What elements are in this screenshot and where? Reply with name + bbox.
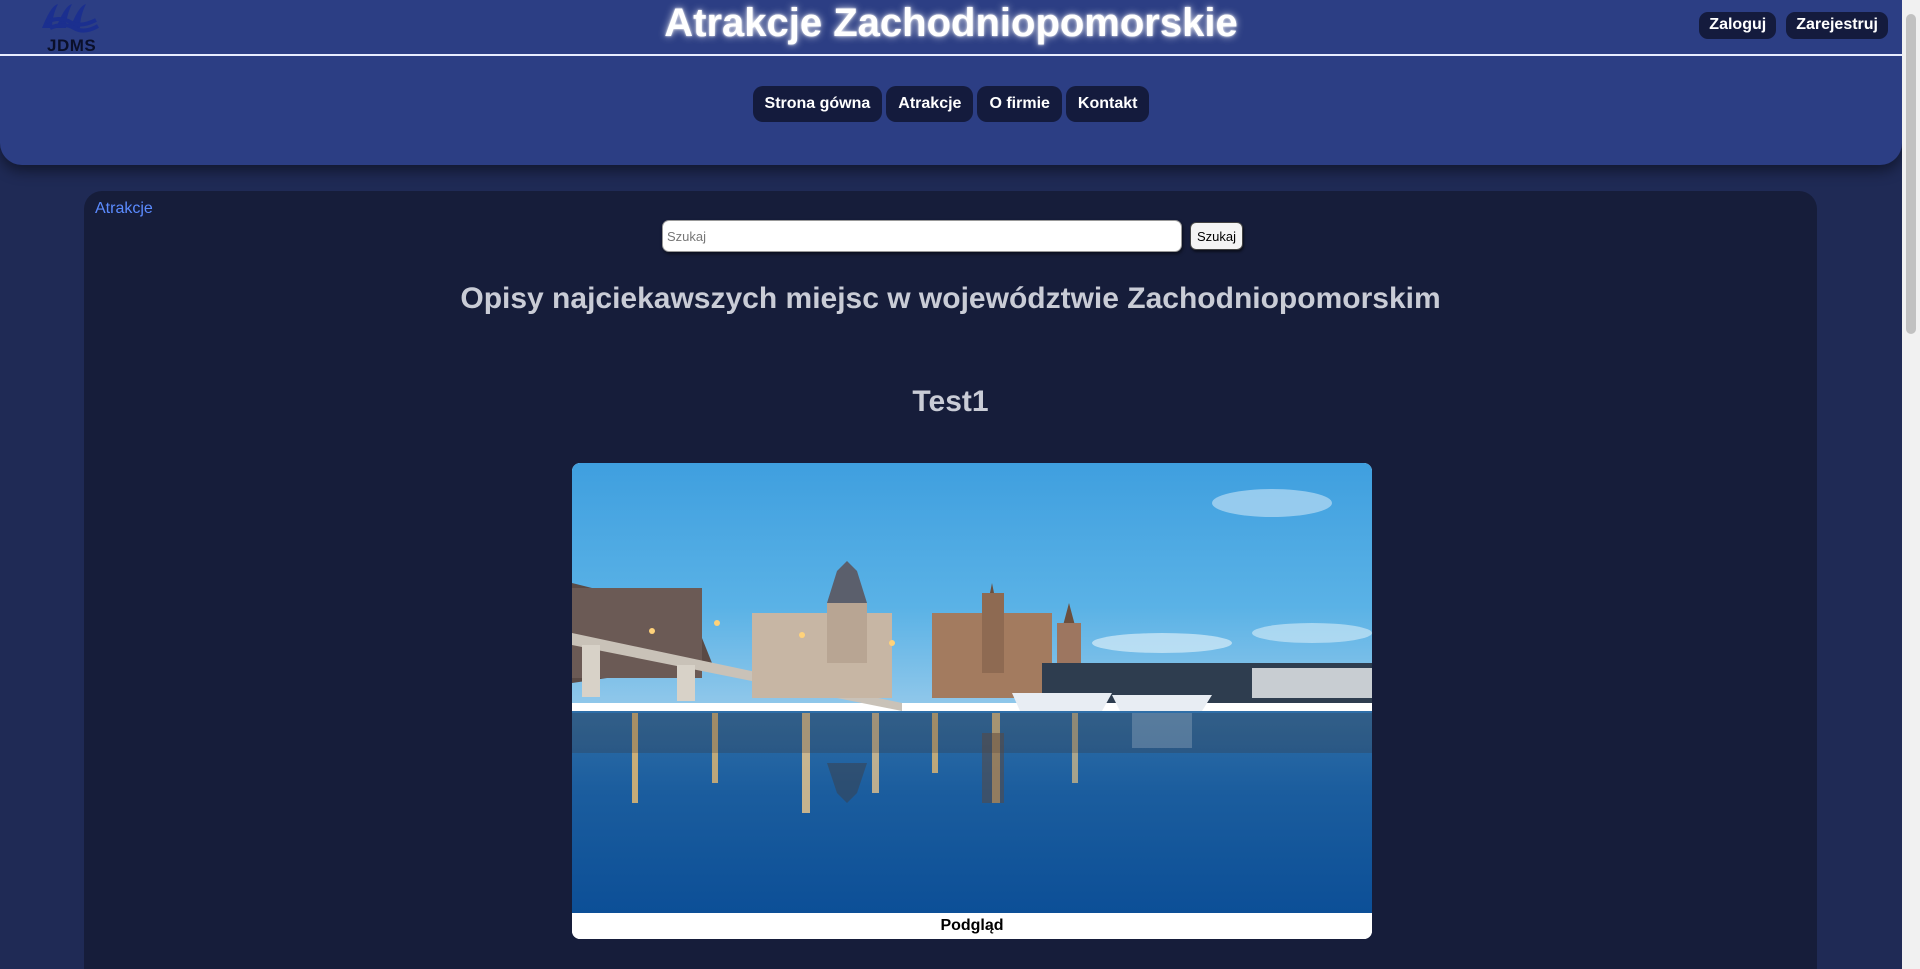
search-input[interactable] [662,220,1182,252]
preview-button[interactable]: Podgląd [572,913,1372,939]
header-top-bar: JDMS Atrakcje Zachodniopomorskie Zaloguj… [0,0,1902,56]
site-header: JDMS Atrakcje Zachodniopomorskie Zaloguj… [0,0,1902,165]
search-button[interactable]: Szukaj [1190,222,1244,250]
search-bar: Szukaj [662,220,1244,252]
main-panel: Atrakcje Szukaj Opisy najciekawszych mie… [84,191,1817,969]
nav-item-home[interactable]: Strona gówna [752,86,883,122]
register-button[interactable]: Zarejestruj [1786,12,1888,39]
nav-item-about[interactable]: O firmie [977,86,1062,122]
login-button[interactable]: Zaloguj [1699,12,1777,39]
attraction-title: Test1 [912,385,989,418]
nav-item-attractions[interactable]: Atrakcje [886,86,974,122]
auth-buttons: Zaloguj Zarejestruj [1699,12,1888,39]
attraction-image [572,463,1372,913]
scrollbar-thumb[interactable] [1906,14,1916,334]
attraction-card[interactable]: Podgląd [572,463,1372,939]
main-nav: Strona gówna Atrakcje O firmie Kontakt [0,86,1902,122]
vertical-scrollbar[interactable] [1902,0,1920,969]
breadcrumb[interactable]: Atrakcje [95,200,153,218]
site-title: Atrakcje Zachodniopomorskie [664,1,1238,45]
page: JDMS Atrakcje Zachodniopomorskie Zaloguj… [0,0,1920,969]
nav-item-contact[interactable]: Kontakt [1065,86,1150,122]
page-heading: Opisy najciekawszych miejsc w województw… [460,282,1441,315]
